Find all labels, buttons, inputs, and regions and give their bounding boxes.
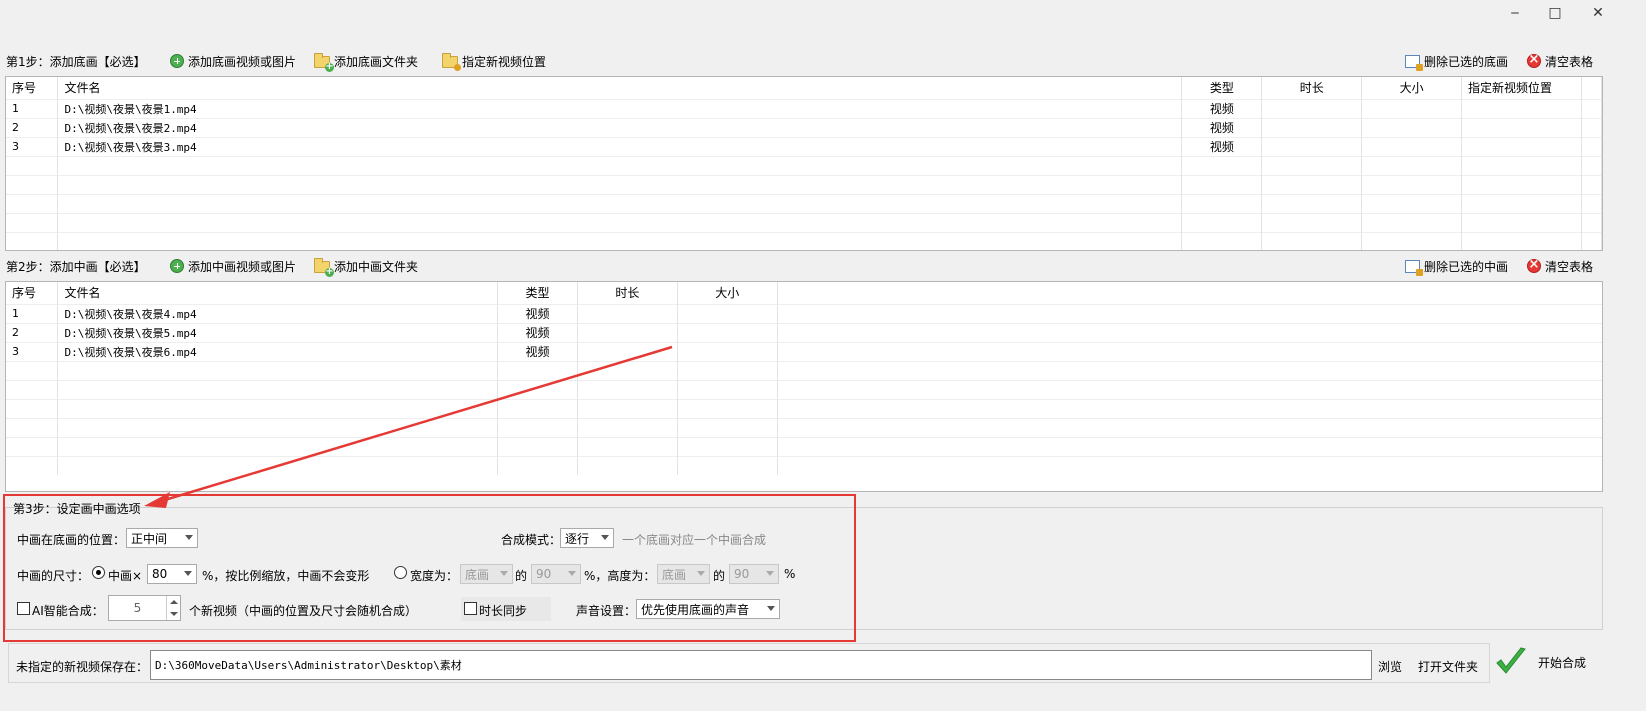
output-path-input[interactable]: D:\360MoveData\Users\Administrator\Deskt…: [150, 650, 1372, 680]
start-button[interactable]: 开始合成: [1490, 636, 1602, 688]
arrow-line: [157, 345, 673, 504]
annotation-arrow: [144, 345, 673, 508]
arrow-head: [144, 492, 170, 508]
browse-button[interactable]: 浏览: [1378, 658, 1402, 675]
open-folder-button[interactable]: 打开文件夹: [1418, 658, 1478, 675]
output-label: 未指定的新视频保存在：: [16, 660, 149, 674]
checkmark-icon: [1496, 647, 1526, 674]
